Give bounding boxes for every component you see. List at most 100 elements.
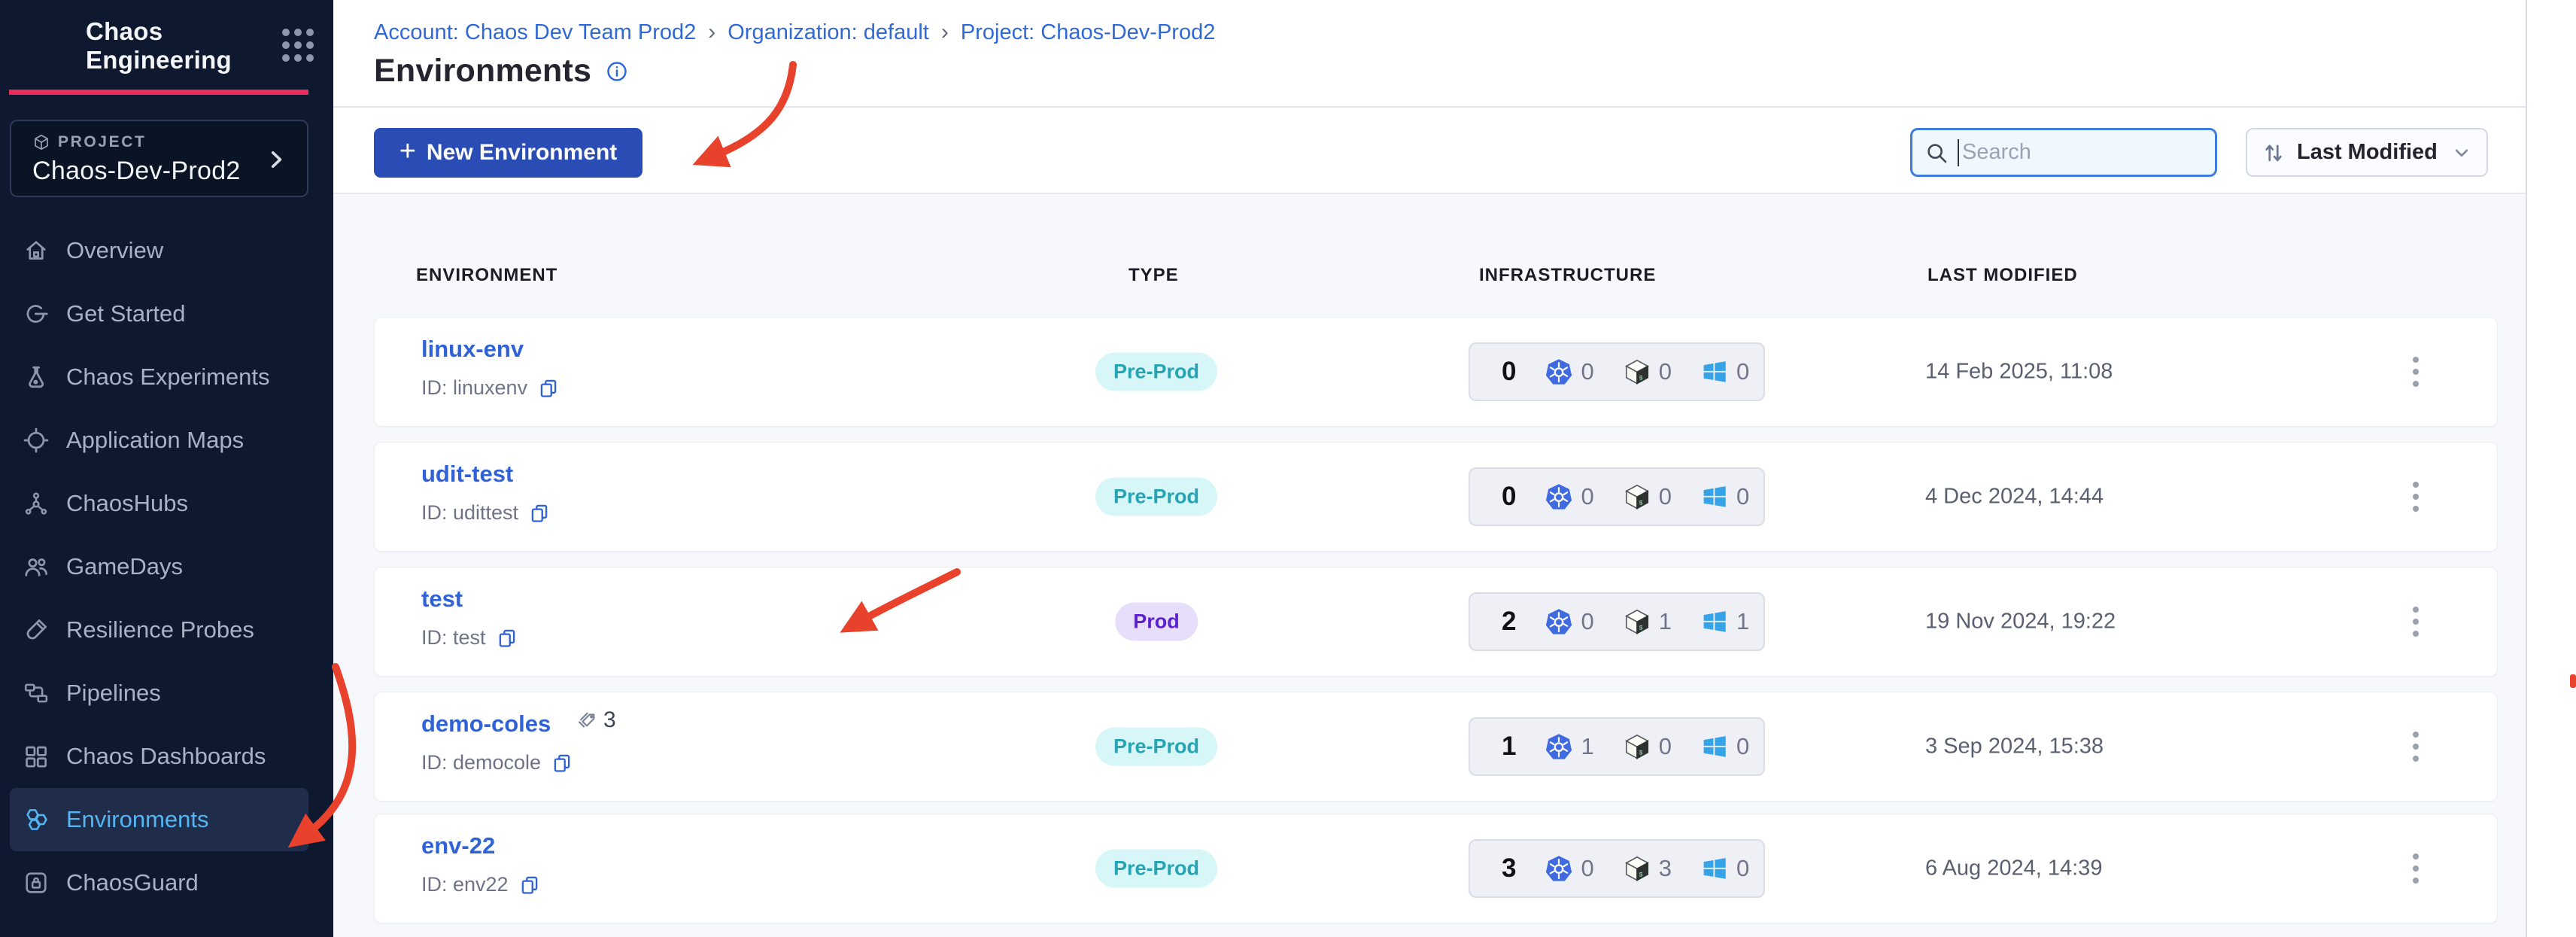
sidebar-item-chaoshubs[interactable]: ChaosHubs — [10, 472, 308, 535]
chevron-right-icon — [263, 147, 289, 172]
kubernetes-count: 0 — [1581, 483, 1594, 510]
infrastructure-summary: 0 0 0 0 — [1469, 342, 1765, 401]
breadcrumb-project-link[interactable]: Project: Chaos-Dev-Prod2 — [961, 20, 1215, 45]
sidebar-item-label: ChaosGuard — [66, 869, 199, 896]
row-menu-button[interactable] — [2401, 842, 2431, 895]
chaos-engineering-logo-icon — [29, 29, 64, 63]
infrastructure-summary: 1 1 0 0 — [1469, 717, 1765, 776]
environment-name-link[interactable]: demo-coles — [421, 710, 551, 738]
sidebar-item-label: Environments — [66, 806, 209, 832]
linux-count: 1 — [1658, 608, 1672, 634]
chevron-down-icon — [2450, 141, 2473, 164]
sidebar-item-resilience-probes[interactable]: Resilience Probes — [10, 598, 308, 662]
breadcrumb-account-link[interactable]: Account: Chaos Dev Team Prod2 — [374, 20, 696, 45]
sidebar-item-label: GameDays — [66, 553, 184, 580]
kubernetes-count: 1 — [1581, 733, 1594, 759]
last-modified-date: 19 Nov 2024, 19:22 — [1925, 609, 2116, 634]
copy-icon[interactable] — [497, 628, 518, 649]
environment-id: ID: env22 — [421, 873, 509, 896]
linux-count: 0 — [1658, 733, 1672, 759]
linux-count: 0 — [1658, 358, 1672, 385]
module-switcher-icon[interactable] — [282, 28, 314, 63]
project-selector[interactable]: PROJECT Chaos-Dev-Prod2 — [10, 120, 308, 197]
toolbar: + New Environment Last Modified — [333, 106, 2526, 194]
windows-icon — [1700, 357, 1729, 386]
app-title: Chaos Engineering — [86, 17, 232, 74]
sidebar-item-pipelines[interactable]: Pipelines — [10, 662, 308, 725]
kubernetes-count: 0 — [1581, 608, 1594, 634]
sidebar-item-get-started[interactable]: Get Started — [10, 282, 308, 345]
sidebar-menu: Overview Get Started Chaos Experiments A… — [0, 219, 333, 914]
column-header-infrastructure: INFRASTRUCTURE — [1479, 265, 1657, 285]
main-content: Account: Chaos Dev Team Prod2 › Organiza… — [333, 0, 2576, 937]
sidebar-item-overview[interactable]: Overview — [10, 219, 308, 282]
environment-id: ID: linuxenv — [421, 376, 528, 399]
table-row: udit-test ID: udittest Pre-Prod 0 0 0 0 … — [374, 442, 2498, 552]
tag-icon — [573, 708, 597, 732]
info-icon[interactable] — [605, 59, 629, 84]
environment-name-link[interactable]: linux-env — [421, 336, 524, 363]
project-name: Chaos-Dev-Prod2 — [32, 157, 241, 185]
sidebar-item-label: Pipelines — [66, 680, 161, 706]
breadcrumb-separator: › — [708, 20, 716, 44]
row-menu-button[interactable] — [2401, 595, 2431, 648]
kubernetes-icon — [1545, 482, 1573, 511]
sidebar-item-label: ChaosHubs — [66, 490, 188, 516]
sidebar-item-icon — [23, 553, 50, 580]
infra-total-count: 3 — [1502, 853, 1517, 883]
search-box — [1910, 128, 2217, 177]
sidebar-item-chaos-experiments[interactable]: Chaos Experiments — [10, 345, 308, 409]
infrastructure-summary: 3 0 3 0 — [1469, 839, 1765, 898]
text-cursor — [1958, 138, 1959, 166]
kubernetes-icon — [1545, 854, 1573, 883]
environment-name-link[interactable]: test — [421, 586, 463, 613]
type-badge: Pre-Prod — [1095, 477, 1218, 516]
search-input[interactable] — [1962, 140, 2173, 165]
windows-count: 0 — [1736, 855, 1750, 881]
row-menu-button[interactable] — [2401, 720, 2431, 773]
environment-id: ID: democole — [421, 751, 542, 774]
sidebar-item-icon — [23, 680, 50, 707]
infra-total-count: 1 — [1502, 732, 1517, 761]
content-right-divider — [2526, 0, 2527, 937]
windows-count: 1 — [1736, 608, 1750, 634]
sidebar-item-application-maps[interactable]: Application Maps — [10, 409, 308, 472]
sidebar-item-environments[interactable]: Environments — [10, 788, 308, 851]
new-environment-button[interactable]: + New Environment — [374, 128, 642, 178]
sort-dropdown[interactable]: Last Modified — [2246, 128, 2488, 177]
sidebar-item-chaosguard[interactable]: ChaosGuard — [10, 851, 308, 914]
linux-host-icon — [1623, 854, 1651, 883]
windows-icon — [1700, 482, 1729, 511]
infra-total-count: 0 — [1502, 482, 1517, 511]
environment-name-link[interactable]: udit-test — [421, 461, 513, 488]
row-menu-button[interactable] — [2401, 470, 2431, 523]
sidebar-item-icon — [23, 427, 50, 454]
copy-icon[interactable] — [529, 503, 550, 524]
table-row: demo-coles 3 ID: democole Pre-Prod 1 1 0… — [374, 692, 2498, 802]
linux-host-icon — [1623, 357, 1651, 386]
table-row: env-22 ID: env22 Pre-Prod 3 0 3 0 6 Aug … — [374, 814, 2498, 923]
sidebar-item-icon — [23, 364, 50, 391]
breadcrumb-separator: › — [940, 20, 949, 44]
sidebar-item-chaos-dashboards[interactable]: Chaos Dashboards — [10, 725, 308, 788]
brand-header: Chaos Engineering — [0, 0, 333, 91]
copy-icon[interactable] — [538, 378, 559, 399]
copy-icon[interactable] — [519, 875, 540, 896]
environment-name-link[interactable]: env-22 — [421, 832, 495, 859]
copy-icon[interactable] — [551, 753, 573, 774]
kubernetes-count: 0 — [1581, 855, 1594, 881]
linux-count: 3 — [1658, 855, 1672, 881]
column-header-environment: ENVIRONMENT — [416, 265, 558, 285]
sidebar-item-icon — [23, 869, 50, 896]
last-modified-date: 3 Sep 2024, 15:38 — [1925, 734, 2104, 759]
sidebar-item-icon — [23, 490, 50, 517]
brand-accent-bar — [9, 90, 308, 95]
sidebar-item-label: Get Started — [66, 300, 186, 327]
row-menu-button[interactable] — [2401, 345, 2431, 398]
kubernetes-icon — [1545, 607, 1573, 636]
table-row: linux-env ID: linuxenv Pre-Prod 0 0 0 0 … — [374, 317, 2498, 427]
breadcrumb-org-link[interactable]: Organization: default — [728, 20, 929, 45]
sidebar-item-gamedays[interactable]: GameDays — [10, 535, 308, 598]
kubernetes-icon — [1545, 357, 1573, 386]
project-cube-icon — [32, 133, 50, 151]
